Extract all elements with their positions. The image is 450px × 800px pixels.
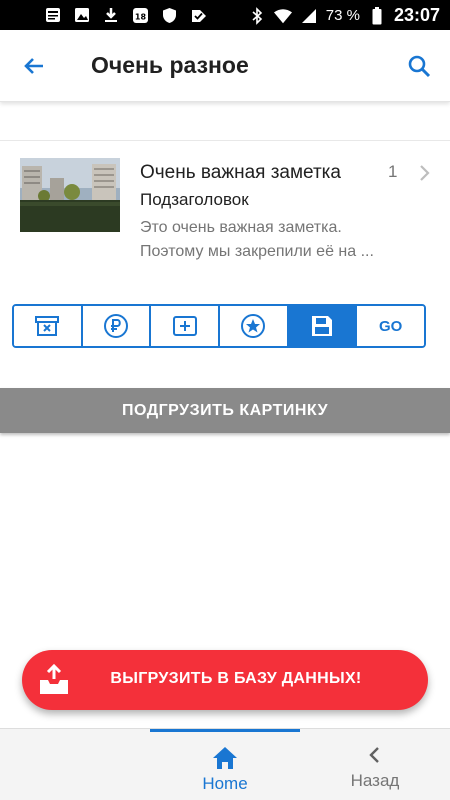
go-button[interactable]: GO bbox=[357, 306, 424, 346]
ruble-icon bbox=[104, 314, 128, 338]
load-image-button[interactable]: ПОДГРУЗИТЬ КАРТИНКУ bbox=[0, 388, 450, 433]
add-box-icon bbox=[172, 316, 197, 336]
wifi-icon bbox=[273, 7, 292, 25]
system-icons: 73 % 23:07 bbox=[248, 5, 440, 26]
back-button[interactable] bbox=[14, 48, 54, 84]
nav-back[interactable]: Назад bbox=[300, 729, 450, 800]
add-box-button[interactable] bbox=[151, 306, 221, 346]
note-count: 1 bbox=[388, 162, 398, 181]
upload-button-label: ВЫГРУЗИТЬ В БАЗУ ДАННЫХ! bbox=[110, 670, 362, 687]
svg-text:18: 18 bbox=[134, 12, 146, 21]
favorite-button[interactable] bbox=[220, 306, 289, 346]
check-tag-icon bbox=[189, 6, 207, 24]
nav-back-label: Назад bbox=[350, 771, 400, 790]
shield-icon bbox=[160, 6, 178, 24]
archive-delete-icon bbox=[35, 316, 60, 336]
note-preview: Это очень важная заметка. Поэтому мы зак… bbox=[140, 216, 402, 264]
search-button[interactable] bbox=[402, 48, 436, 84]
note-thumbnail bbox=[20, 158, 120, 232]
upload-to-database-button[interactable]: ВЫГРУЗИТЬ В БАЗУ ДАННЫХ! bbox=[22, 650, 428, 710]
calendar-18-icon: 18 bbox=[131, 6, 149, 24]
battery-percent: 73 % bbox=[325, 7, 360, 24]
save-icon bbox=[312, 316, 333, 336]
archive-delete-button[interactable] bbox=[14, 306, 83, 346]
clock: 23:07 bbox=[393, 5, 440, 25]
home-icon bbox=[212, 746, 238, 770]
arrow-left-icon bbox=[24, 58, 43, 74]
divider bbox=[0, 140, 450, 141]
image-icon bbox=[73, 6, 91, 24]
chevron-right-icon bbox=[415, 162, 433, 184]
page-title: Очень разное bbox=[91, 52, 249, 78]
note-preview-line: Это очень важная заметка. bbox=[140, 219, 342, 236]
note-subtitle: Подзаголовок bbox=[140, 190, 249, 209]
nav-home[interactable]: Home bbox=[150, 729, 300, 800]
news-icon bbox=[44, 6, 62, 24]
bottom-navigation: Home Назад bbox=[0, 728, 450, 800]
chevron-left-icon bbox=[362, 743, 388, 767]
segmented-button-group: GO bbox=[12, 304, 426, 348]
app-toolbar: Очень разное bbox=[0, 30, 450, 102]
bluetooth-icon bbox=[248, 6, 266, 25]
signal-icon bbox=[300, 7, 318, 25]
download-icon bbox=[102, 6, 120, 24]
ruble-button[interactable] bbox=[82, 306, 152, 346]
load-image-button-label: ПОДГРУЗИТЬ КАРТИНКУ bbox=[121, 401, 329, 419]
note-list-item[interactable]: Очень важная заметка 1 Подзаголовок Это … bbox=[0, 150, 450, 270]
notification-icons: 18 bbox=[44, 6, 207, 24]
note-title: Очень важная заметка bbox=[140, 162, 341, 183]
status-bar: 18 73 % 23:07 bbox=[0, 0, 450, 30]
go-button-label: GO bbox=[379, 317, 403, 335]
star-circle-icon bbox=[241, 314, 266, 338]
search-icon bbox=[408, 55, 431, 78]
save-button[interactable] bbox=[288, 306, 358, 346]
battery-icon bbox=[368, 6, 386, 25]
nav-home-label: Home bbox=[202, 774, 248, 793]
note-preview-line: Поэтому мы закрепили её на ... bbox=[140, 243, 374, 260]
